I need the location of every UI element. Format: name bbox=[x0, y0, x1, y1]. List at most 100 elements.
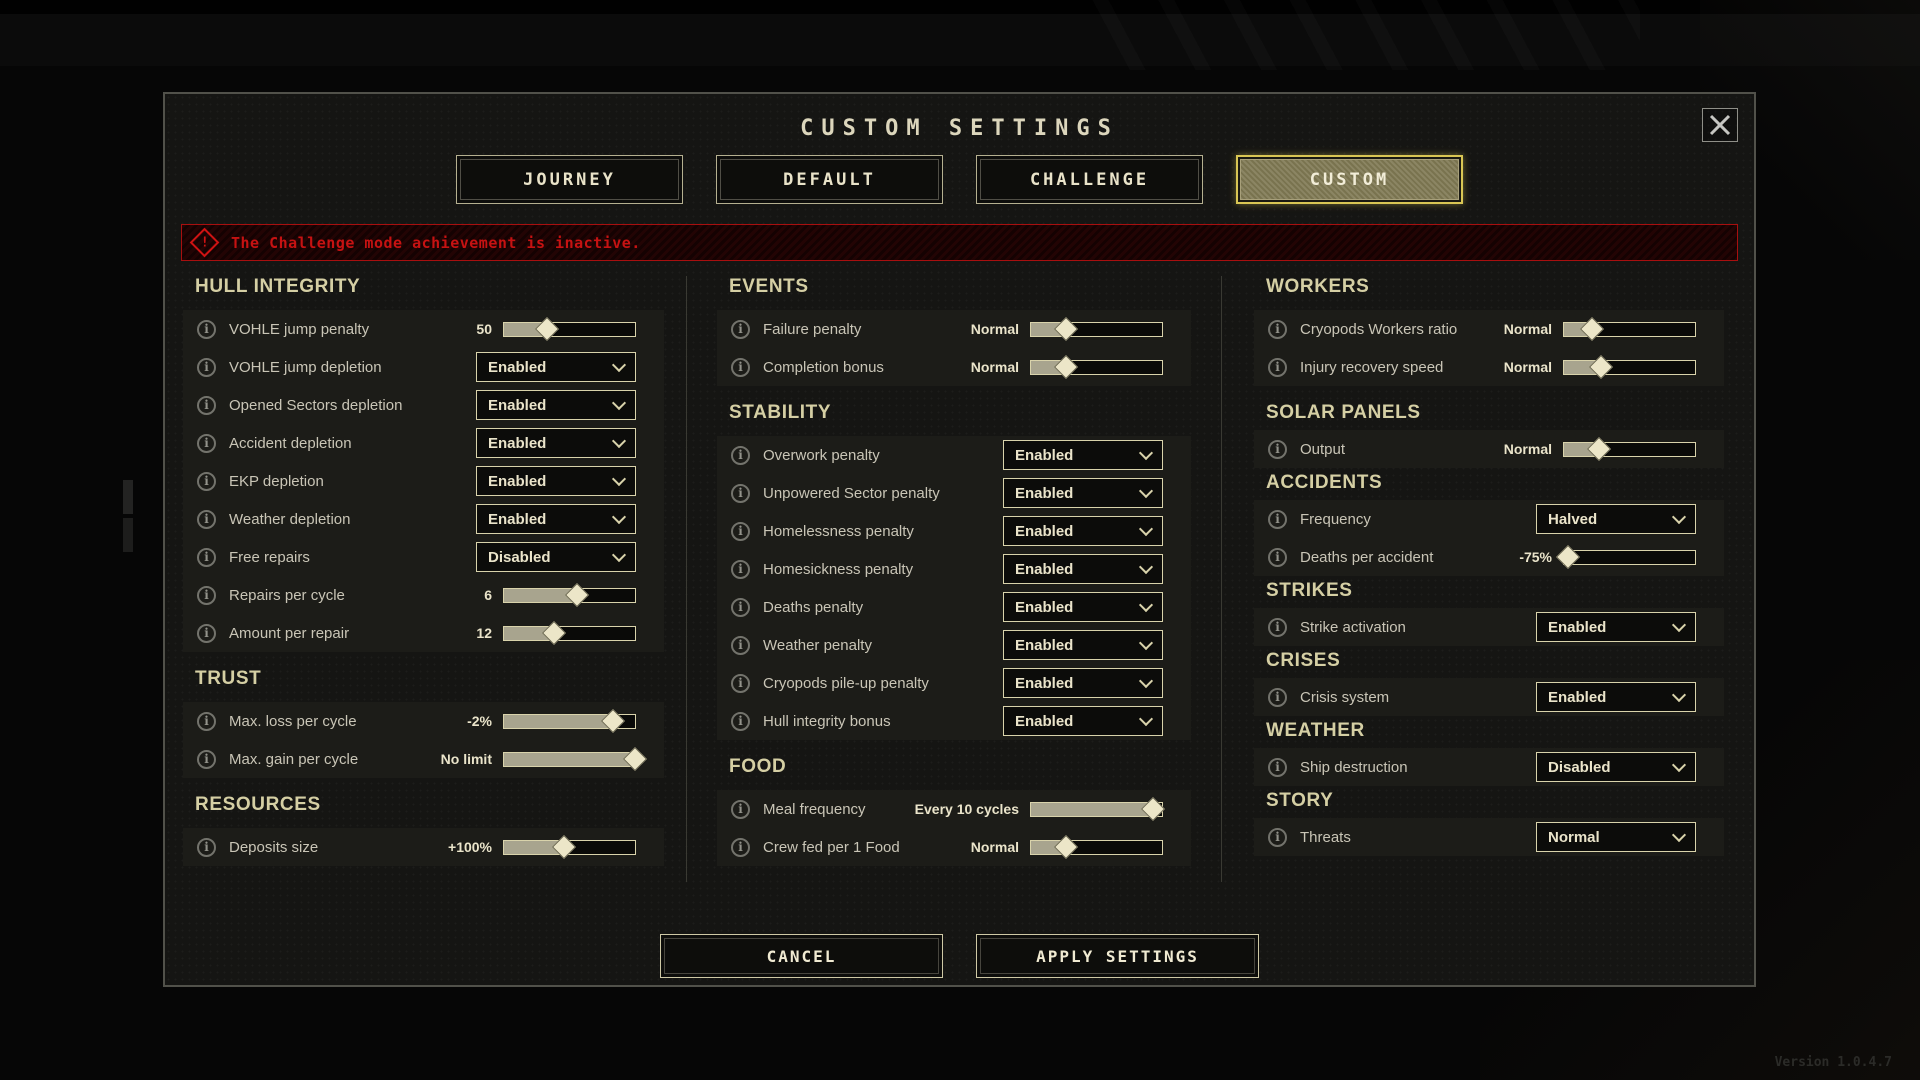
info-icon[interactable]: i bbox=[1268, 509, 1287, 529]
info-icon[interactable]: i bbox=[1268, 827, 1287, 847]
info-icon[interactable]: i bbox=[197, 357, 216, 377]
slider-meal-frequency[interactable] bbox=[1030, 796, 1165, 822]
apply-settings-button[interactable]: APPLY SETTINGS bbox=[976, 934, 1259, 978]
slider-thumb[interactable] bbox=[1140, 796, 1165, 822]
select-weather-penalty[interactable]: Enabled bbox=[1003, 630, 1163, 660]
slider-thumb[interactable] bbox=[1054, 834, 1079, 860]
slider-amount-per-repair[interactable] bbox=[503, 620, 636, 646]
info-icon[interactable]: i bbox=[731, 799, 750, 819]
info-icon[interactable]: i bbox=[197, 837, 216, 857]
info-icon[interactable]: i bbox=[197, 585, 216, 605]
info-icon[interactable]: i bbox=[197, 433, 216, 453]
section-story: STORY i Threats Normal bbox=[1254, 790, 1724, 856]
slider-vohle-jump-penalty[interactable] bbox=[503, 316, 636, 342]
slider-failure-penalty[interactable] bbox=[1030, 316, 1163, 342]
info-icon[interactable]: i bbox=[197, 509, 216, 529]
select-hull-integrity-bonus[interactable]: Enabled bbox=[1003, 706, 1163, 736]
info-icon[interactable]: i bbox=[731, 483, 750, 503]
select-strike-activation[interactable]: Enabled bbox=[1536, 612, 1696, 642]
info-icon[interactable]: i bbox=[731, 837, 750, 857]
select-deaths-penalty[interactable]: Enabled bbox=[1003, 592, 1163, 622]
info-icon[interactable]: i bbox=[1268, 687, 1287, 707]
setting-row-crisis-system: i Crisis system Enabled bbox=[1254, 678, 1724, 716]
tab-challenge[interactable]: CHALLENGE bbox=[976, 155, 1203, 204]
info-icon[interactable]: i bbox=[731, 673, 750, 693]
info-icon[interactable]: i bbox=[1268, 357, 1287, 377]
select-homelessness-penalty[interactable]: Enabled bbox=[1003, 516, 1163, 546]
slider-thumb[interactable] bbox=[1054, 316, 1079, 342]
info-icon[interactable]: i bbox=[197, 711, 216, 731]
info-icon[interactable]: i bbox=[197, 471, 216, 491]
select-overwork-penalty[interactable]: Enabled bbox=[1003, 440, 1163, 470]
slider-crew-fed-per-1-food[interactable] bbox=[1030, 834, 1163, 860]
setting-value: -2% bbox=[467, 713, 492, 729]
setting-label: Cryopods pile-up penalty bbox=[763, 674, 929, 692]
slider-thumb[interactable] bbox=[541, 620, 566, 646]
info-icon[interactable]: i bbox=[197, 623, 216, 643]
slider-deaths-per-accident[interactable] bbox=[1555, 544, 1696, 570]
select-cryopods-pile-up-penalty[interactable]: Enabled bbox=[1003, 668, 1163, 698]
info-icon[interactable]: i bbox=[1268, 319, 1287, 339]
slider-completion-bonus[interactable] bbox=[1030, 354, 1163, 380]
setting-row-overwork-penalty: i Overwork penalty Enabled bbox=[717, 436, 1191, 474]
info-icon[interactable]: i bbox=[731, 711, 750, 731]
select-ekp-depletion[interactable]: Enabled bbox=[476, 466, 636, 496]
slider-thumb[interactable] bbox=[535, 316, 560, 342]
slider-thumb[interactable] bbox=[1588, 354, 1613, 380]
section-title: EVENTS bbox=[729, 276, 809, 297]
slider-thumb[interactable] bbox=[1555, 544, 1580, 570]
slider-cryopods-workers-ratio[interactable] bbox=[1563, 316, 1696, 342]
info-icon[interactable]: i bbox=[1268, 757, 1287, 777]
info-icon[interactable]: i bbox=[731, 635, 750, 655]
section-title: STORY bbox=[1266, 790, 1334, 811]
setting-row-frequency: i Frequency Halved bbox=[1254, 500, 1724, 538]
tab-journey[interactable]: JOURNEY bbox=[456, 155, 683, 204]
info-icon[interactable]: i bbox=[731, 597, 750, 617]
info-icon[interactable]: i bbox=[197, 547, 216, 567]
setting-row-max-loss-per-cycle: i Max. loss per cycle -2% bbox=[183, 702, 664, 740]
select-weather-depletion[interactable]: Enabled bbox=[476, 504, 636, 534]
slider-thumb[interactable] bbox=[565, 582, 590, 608]
slider-thumb[interactable] bbox=[1587, 436, 1612, 462]
slider-repairs-per-cycle[interactable] bbox=[503, 582, 636, 608]
info-icon[interactable]: i bbox=[197, 319, 216, 339]
tab-default[interactable]: DEFAULT bbox=[716, 155, 943, 204]
select-homesickness-penalty[interactable]: Enabled bbox=[1003, 554, 1163, 584]
select-vohle-jump-depletion[interactable]: Enabled bbox=[476, 352, 636, 382]
info-icon[interactable]: i bbox=[197, 395, 216, 415]
select-free-repairs[interactable]: Disabled bbox=[476, 542, 636, 572]
cancel-button[interactable]: CANCEL bbox=[660, 934, 943, 978]
slider-thumb[interactable] bbox=[600, 708, 625, 734]
select-threats[interactable]: Normal bbox=[1536, 822, 1696, 852]
close-button[interactable] bbox=[1702, 108, 1738, 142]
info-icon[interactable]: i bbox=[731, 521, 750, 541]
info-icon[interactable]: i bbox=[1268, 439, 1287, 459]
select-crisis-system[interactable]: Enabled bbox=[1536, 682, 1696, 712]
info-icon[interactable]: i bbox=[731, 319, 750, 339]
select-frequency[interactable]: Halved bbox=[1536, 504, 1696, 534]
slider-max-loss-per-cycle[interactable] bbox=[503, 708, 636, 734]
chevron-down-icon bbox=[1671, 687, 1687, 703]
select-unpowered-sector-penalty[interactable]: Enabled bbox=[1003, 478, 1163, 508]
slider-output[interactable] bbox=[1563, 436, 1696, 462]
info-icon[interactable]: i bbox=[1268, 617, 1287, 637]
slider-thumb[interactable] bbox=[1579, 316, 1604, 342]
slider-deposits-size[interactable] bbox=[503, 834, 636, 860]
section-title: TRUST bbox=[195, 668, 262, 689]
select-accident-depletion[interactable]: Enabled bbox=[476, 428, 636, 458]
info-icon[interactable]: i bbox=[731, 559, 750, 579]
info-icon[interactable]: i bbox=[197, 749, 216, 769]
tab-custom[interactable]: CUSTOM bbox=[1236, 155, 1463, 204]
slider-thumb[interactable] bbox=[622, 746, 648, 772]
info-icon[interactable]: i bbox=[731, 357, 750, 377]
info-icon[interactable]: i bbox=[731, 445, 750, 465]
info-icon[interactable]: i bbox=[1268, 547, 1287, 567]
section-title: WORKERS bbox=[1266, 276, 1370, 297]
slider-max-gain-per-cycle[interactable] bbox=[503, 746, 648, 772]
select-opened-sectors-depletion[interactable]: Enabled bbox=[476, 390, 636, 420]
setting-row-deaths-per-accident: i Deaths per accident -75% bbox=[1254, 538, 1724, 576]
slider-injury-recovery-speed[interactable] bbox=[1563, 354, 1696, 380]
select-ship-destruction[interactable]: Disabled bbox=[1536, 752, 1696, 782]
slider-thumb[interactable] bbox=[552, 834, 577, 860]
slider-thumb[interactable] bbox=[1054, 354, 1079, 380]
